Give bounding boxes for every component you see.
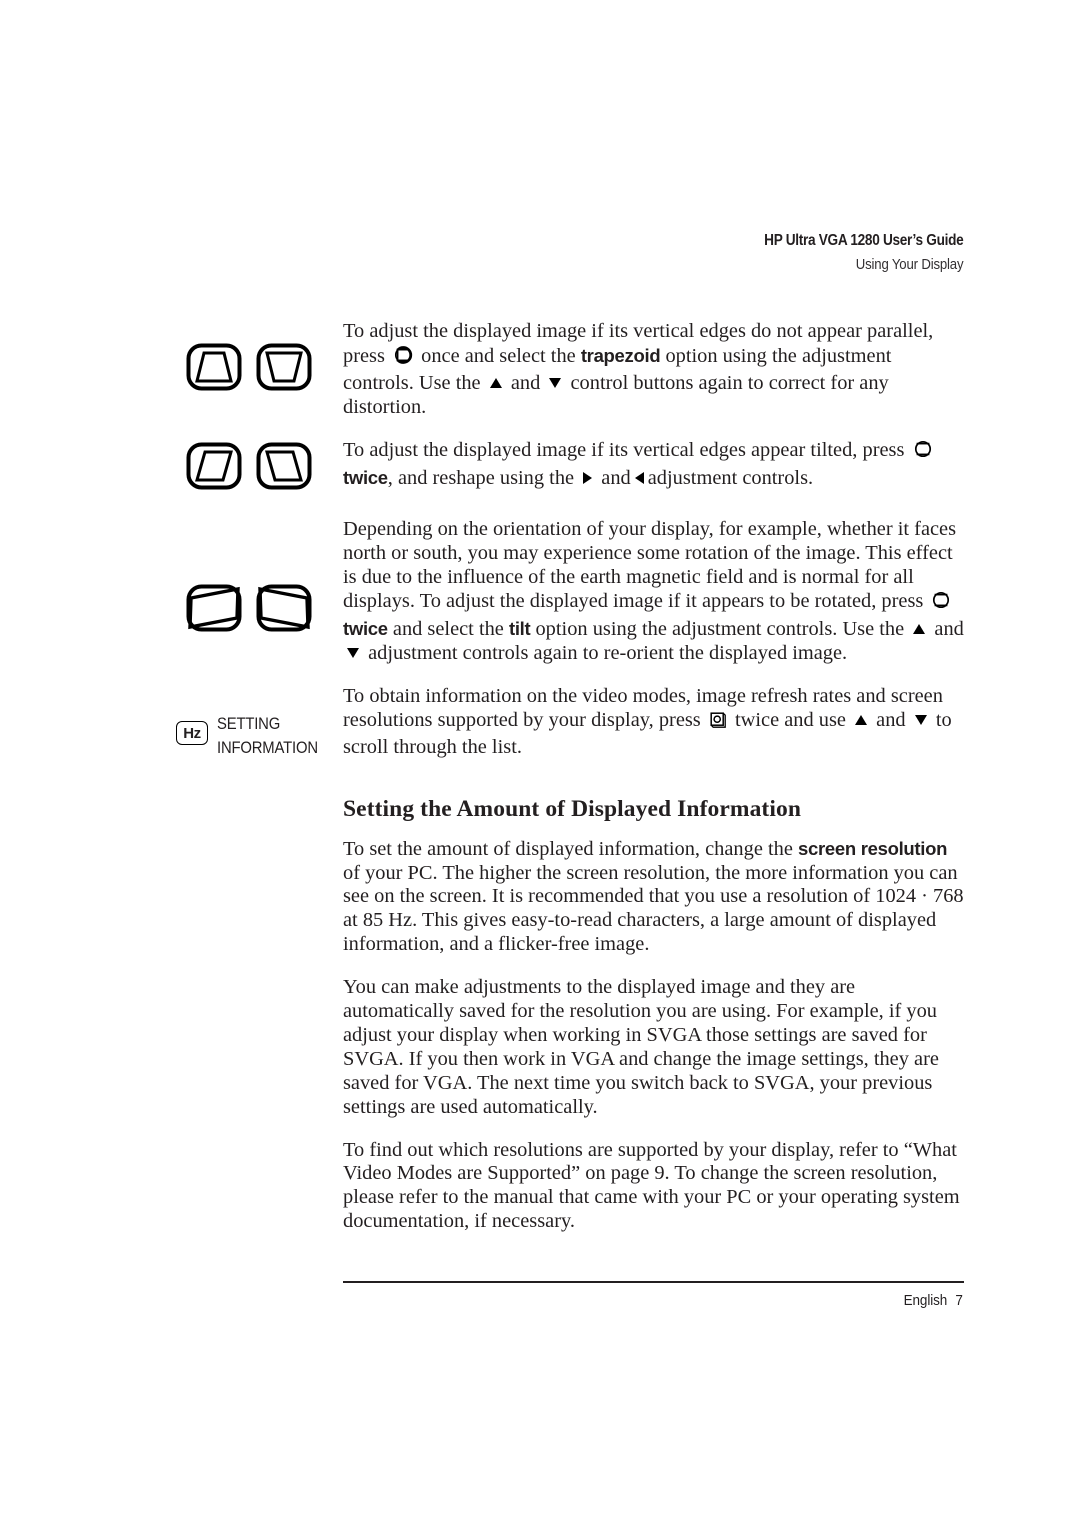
- trapezoid-narrow-top-icon: [186, 343, 242, 391]
- trapezoid-text-4: and: [510, 371, 541, 394]
- rotation-emphasis-twice: twice: [343, 618, 388, 640]
- up-arrow-icon: [913, 624, 926, 635]
- geometry-button-icon: [913, 439, 933, 466]
- paragraph-rotation: Depending on the orientation of your dis…: [343, 518, 965, 665]
- document-page: HP Ultra VGA 1280 User’s Guide Using You…: [0, 0, 1080, 1528]
- rotation-emphasis-tilt: tilt: [508, 618, 531, 640]
- running-head-title: HP Ultra VGA 1280 User’s Guide: [763, 232, 964, 249]
- paragraph-parallelogram: To adjust the displayed image if its ver…: [343, 439, 965, 491]
- rotation-text-2: and select the: [392, 618, 504, 641]
- parallelogram-text-2: , and reshape using the: [387, 466, 575, 489]
- parallelogram-emphasis: twice: [343, 466, 388, 488]
- rotation-text-1: Depending on the orientation of your dis…: [343, 518, 957, 613]
- running-head-subtitle: Using Your Display: [855, 256, 963, 274]
- paragraph-saved-settings: You can make adjustments to the displaye…: [343, 976, 939, 1118]
- trapezoid-text-2: once and select the: [421, 344, 576, 367]
- paragraph-resolution: To set the amount of displayed informati…: [343, 837, 965, 958]
- rotation-text-3: option using the adjustment controls. Us…: [535, 618, 905, 641]
- page-number: 7: [955, 1292, 964, 1309]
- rotation-adjustment-icons: [186, 582, 312, 634]
- down-arrow-icon: [347, 647, 359, 658]
- down-arrow-icon: [914, 714, 927, 725]
- rotation-counterclockwise-icon: [186, 584, 242, 632]
- trapezoid-narrow-bottom-icon: [256, 343, 312, 391]
- geometry-button-icon: [931, 590, 951, 617]
- parallelogram-text-4: adjustment controls.: [647, 466, 814, 489]
- body-column: To adjust the displayed image if its ver…: [343, 320, 965, 1234]
- running-head: HP Ultra VGA 1280 User’s Guide Using You…: [737, 231, 964, 274]
- setting-information-label-line2: INFORMATION: [217, 739, 318, 757]
- setting-info-text-2: twice and use: [734, 708, 846, 731]
- right-arrow-icon: [583, 471, 593, 484]
- footer: English 7: [904, 1292, 963, 1309]
- parallelogram-lean-right-icon: [186, 442, 242, 490]
- parallelogram-lean-left-icon: [256, 442, 312, 490]
- setting-info-text-3: and: [876, 708, 906, 731]
- footer-language: English: [903, 1292, 948, 1309]
- up-arrow-icon: [489, 377, 502, 388]
- parallelogram-text-3: and: [601, 466, 631, 489]
- left-arrow-icon: [634, 471, 644, 484]
- down-arrow-icon: [549, 377, 562, 388]
- setting-info-text-1: To obtain information on the video modes…: [343, 684, 943, 731]
- parallelogram-text-1: To adjust the displayed image if its ver…: [343, 438, 905, 461]
- paragraph-setting-information: To obtain information on the video modes…: [343, 685, 965, 760]
- rotation-text-5: adjustment controls again to re-orient t…: [368, 641, 848, 664]
- section-heading: Setting the Amount of Displayed Informat…: [343, 795, 802, 822]
- up-arrow-icon: [855, 714, 868, 725]
- trapezoid-emphasis: trapezoid: [580, 344, 661, 366]
- setting-information-margin-label: Hz SETTING INFORMATION: [176, 712, 329, 760]
- rotation-text-4: and: [934, 618, 964, 641]
- paragraph-supported-resolutions: To find out which resolutions are suppor…: [343, 1138, 960, 1233]
- resolution-text-a: To set the amount of displayed informati…: [343, 837, 793, 860]
- geometry-button-icon: [393, 345, 413, 372]
- setting-information-label-line1: SETTING: [217, 715, 281, 733]
- parallelogram-adjustment-icons: [186, 442, 312, 490]
- resolution-text-b: of your PC. The higher the screen resolu…: [343, 861, 964, 956]
- resolution-emphasis: screen resolution: [798, 837, 948, 859]
- menu-select-button-icon: [709, 711, 727, 736]
- rotation-clockwise-icon: [256, 584, 312, 632]
- paragraph-trapezoid: To adjust the displayed image if its ver…: [343, 320, 965, 420]
- trapezoid-adjustment-icons: [186, 343, 312, 391]
- footer-divider: [343, 1281, 964, 1284]
- hz-badge-icon: Hz: [176, 721, 208, 745]
- setting-information-label: SETTING INFORMATION: [217, 712, 318, 760]
